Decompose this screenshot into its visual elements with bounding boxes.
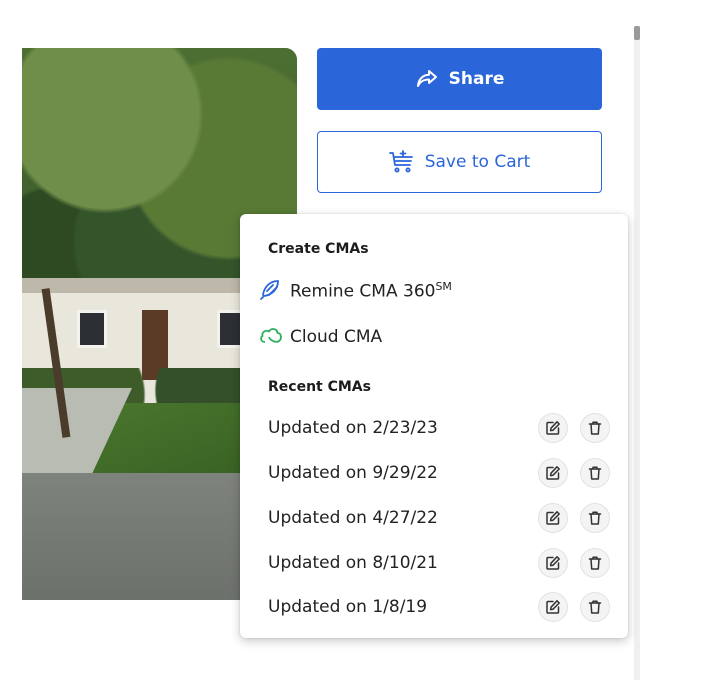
save-to-cart-button[interactable]: Save to Cart	[317, 131, 602, 193]
edit-icon	[546, 511, 560, 525]
delete-cma-button[interactable]	[580, 458, 610, 488]
cma-dropdown-menu: Create CMAs Remine CMA 360SM Cloud CMA R…	[240, 214, 628, 638]
edit-cma-button[interactable]	[538, 413, 568, 443]
share-icon	[415, 68, 439, 90]
recent-cma-row[interactable]: Updated on 2/23/23	[268, 411, 610, 445]
share-button-label: Share	[448, 69, 505, 89]
trash-icon	[588, 421, 602, 435]
edit-icon	[546, 600, 560, 614]
recent-cma-label: Updated on 8/10/21	[268, 553, 438, 573]
remine-option-text: Remine CMA 360	[290, 281, 436, 302]
scrollbar-track[interactable]	[634, 26, 640, 680]
trash-icon	[588, 556, 602, 570]
recent-cma-row[interactable]: Updated on 8/10/21	[268, 546, 610, 580]
cloud-icon	[258, 324, 284, 351]
create-cmas-heading: Create CMAs	[268, 241, 369, 257]
service-mark-superscript: SM	[435, 280, 452, 294]
trash-icon	[588, 600, 602, 614]
remine-logo-icon	[258, 276, 284, 307]
recent-cma-row[interactable]: Updated on 4/27/22	[268, 501, 610, 535]
save-to-cart-label: Save to Cart	[424, 152, 531, 172]
delete-cma-button[interactable]	[580, 503, 610, 533]
cloud-cma-label: Cloud CMA	[290, 327, 383, 347]
remine-cma-360-option[interactable]: Remine CMA 360SM	[258, 277, 452, 305]
recent-cma-label: Updated on 1/8/19	[268, 597, 428, 617]
recent-cma-label: Updated on 2/23/23	[268, 418, 438, 438]
edit-icon	[546, 466, 560, 480]
scrollbar-thumb[interactable]	[634, 26, 640, 40]
recent-cma-row[interactable]: Updated on 9/29/22	[268, 456, 610, 490]
remine-cma-360-label: Remine CMA 360SM	[290, 280, 452, 302]
photo-window	[77, 310, 107, 348]
page: Share Save to Cart Create CMAs Remine CM…	[0, 0, 712, 680]
recent-cmas-heading: Recent CMAs	[268, 379, 371, 395]
edit-cma-button[interactable]	[538, 592, 568, 622]
share-button[interactable]: Share	[317, 48, 602, 110]
cart-add-icon	[388, 150, 415, 174]
delete-cma-button[interactable]	[580, 548, 610, 578]
edit-icon	[546, 421, 560, 435]
recent-cma-label: Updated on 9/29/22	[268, 463, 438, 483]
edit-cma-button[interactable]	[538, 458, 568, 488]
cloud-cma-option[interactable]: Cloud CMA	[258, 323, 382, 351]
delete-cma-button[interactable]	[580, 592, 610, 622]
edit-icon	[546, 556, 560, 570]
edit-cma-button[interactable]	[538, 503, 568, 533]
trash-icon	[588, 466, 602, 480]
recent-cma-label: Updated on 4/27/22	[268, 508, 438, 528]
delete-cma-button[interactable]	[580, 413, 610, 443]
trash-icon	[588, 511, 602, 525]
recent-cma-row[interactable]: Updated on 1/8/19	[268, 590, 610, 624]
edit-cma-button[interactable]	[538, 548, 568, 578]
